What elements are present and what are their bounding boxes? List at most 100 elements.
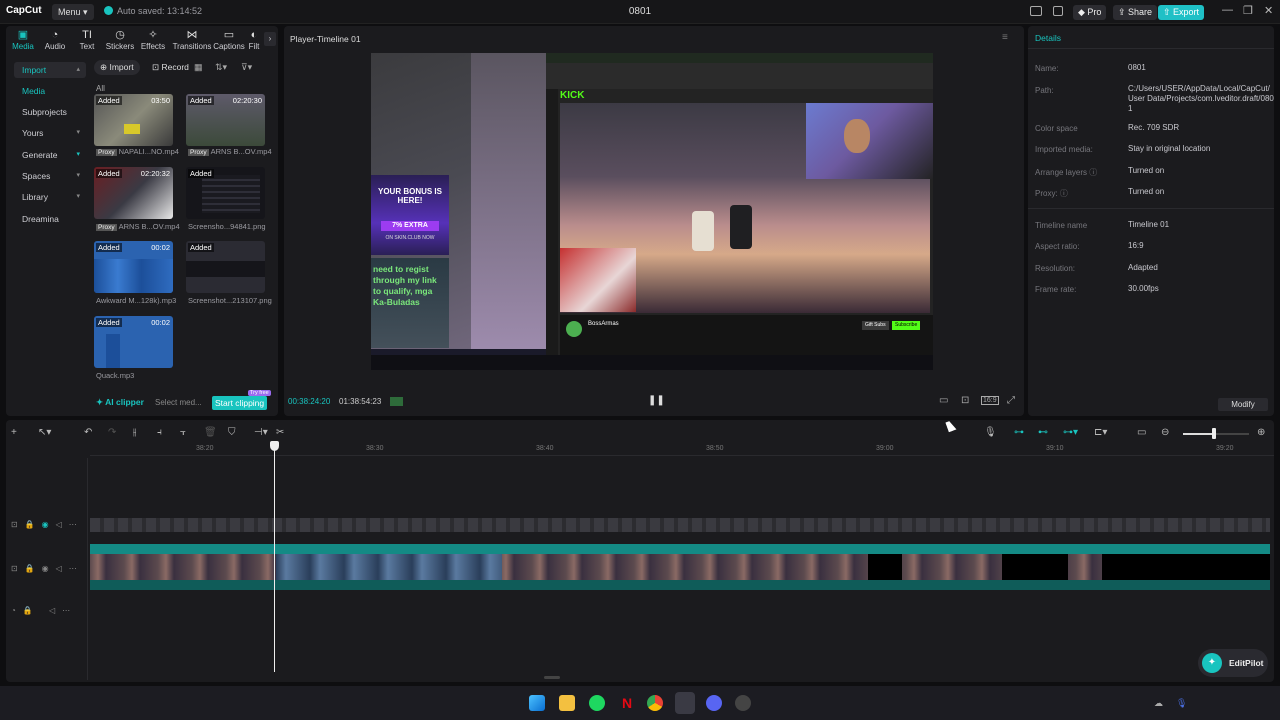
close-icon[interactable]: ✕: [1264, 4, 1273, 17]
split-icon[interactable]: ⫲: [133, 427, 136, 438]
layout-icon[interactable]: [1030, 6, 1042, 16]
track-controls-audio[interactable]: ◔🔒 ◁⋯: [11, 606, 77, 615]
current-time: 00:38:24:20: [288, 397, 331, 406]
player-menu-icon[interactable]: ≡: [1002, 32, 1008, 43]
auto-snap-icon[interactable]: ⊷: [1038, 427, 1048, 438]
tab-media[interactable]: ▣ Media: [6, 28, 40, 52]
detail-value: Stay in original location: [1128, 144, 1211, 153]
share-label: Share: [1128, 7, 1153, 17]
export-button[interactable]: ⇧ Export: [1158, 5, 1205, 20]
tab-filters[interactable]: ◐ Filt: [244, 28, 264, 52]
ai-clipper-label[interactable]: ✦ AI clipper: [96, 397, 144, 408]
sidebar-item-subprojects[interactable]: Subprojects: [14, 104, 86, 120]
spotify-icon[interactable]: [589, 695, 605, 711]
zoom-out-icon[interactable]: ⊖: [1161, 427, 1169, 438]
start-clipping-button[interactable]: Start clipping: [212, 396, 268, 410]
sidebar-item-yours[interactable]: Yours ▾: [14, 125, 86, 141]
playhead-handle[interactable]: [270, 441, 279, 451]
delete-icon[interactable]: 🗑: [204, 427, 217, 438]
editpilot-button[interactable]: ✦ EditPilot: [1198, 649, 1268, 677]
add-track-icon[interactable]: +: [11, 427, 17, 438]
preview-axis-icon[interactable]: ⊏▾: [1094, 427, 1107, 438]
media-item-thumbnail[interactable]: Added 03:50: [94, 94, 173, 146]
sort-icon[interactable]: ⇅▾: [215, 62, 227, 73]
zoom-slider-thumb[interactable]: [1212, 428, 1216, 439]
grid-view-icon[interactable]: ▦: [194, 62, 203, 73]
shortcuts-icon[interactable]: [1053, 6, 1063, 16]
redo-icon[interactable]: ↷: [108, 427, 116, 438]
netflix-icon[interactable]: N: [619, 695, 635, 711]
tab-stickers[interactable]: ◷ Stickers: [103, 28, 137, 52]
maximize-icon[interactable]: ❐: [1243, 4, 1253, 17]
fit-timeline-icon[interactable]: ▭: [1137, 427, 1146, 438]
tabs-scroll-right[interactable]: ›: [264, 32, 276, 46]
timeline-scrollbar[interactable]: [544, 676, 560, 679]
obs-icon[interactable]: [735, 695, 751, 711]
windows-start-icon[interactable]: [529, 695, 545, 711]
file-explorer-icon[interactable]: [559, 695, 575, 711]
media-item-thumbnail[interactable]: Added 02:20:32: [94, 167, 173, 219]
video-preview[interactable]: YOUR BONUS IS HERE! 7% EXTRA ON SKIN.CLU…: [371, 53, 933, 370]
chrome-icon[interactable]: [647, 695, 663, 711]
share-button[interactable]: ⇪ Share: [1113, 5, 1158, 20]
record-button[interactable]: ⊡ Record: [148, 60, 193, 75]
media-item-thumbnail[interactable]: Added: [186, 167, 265, 219]
main-clip-header[interactable]: [90, 544, 1270, 554]
modify-button[interactable]: Modify: [1218, 398, 1268, 411]
sidebar-item-library[interactable]: Library ▾: [14, 189, 86, 205]
pro-button[interactable]: ◆ Pro: [1073, 5, 1107, 20]
select-tool-icon[interactable]: ↖▾: [38, 427, 51, 438]
overlay-clip[interactable]: [90, 518, 1270, 532]
select-media-placeholder[interactable]: Select med...: [155, 398, 202, 407]
main-track-magnet-icon[interactable]: ⊶: [1014, 427, 1024, 438]
main-audio-waveform[interactable]: [90, 580, 1270, 590]
onedrive-icon[interactable]: ☁: [1154, 698, 1166, 708]
fit-icon[interactable]: ▭: [939, 395, 948, 406]
menu-button[interactable]: Menu ▾: [52, 4, 94, 20]
pause-icon[interactable]: ❚❚: [648, 395, 665, 406]
editpilot-icon: ✦: [1202, 653, 1222, 673]
microphone-tray-icon[interactable]: 🎙: [1176, 698, 1187, 708]
crop-icon[interactable]: ⊡: [961, 395, 969, 406]
freeze-icon[interactable]: ⊣▾: [254, 427, 268, 438]
track-controls-main[interactable]: ⊡🔒◉◁⋯: [11, 564, 84, 573]
playhead[interactable]: [274, 442, 275, 672]
chevron-down-icon: ▾: [76, 172, 80, 179]
time-ruler[interactable]: [90, 442, 1274, 456]
import-button[interactable]: ⊕ Import: [94, 60, 140, 75]
minimize-icon[interactable]: —: [1222, 4, 1233, 16]
fullscreen-icon[interactable]: ⤢: [1007, 395, 1015, 406]
sidebar-item-import[interactable]: Import ▴: [14, 62, 86, 78]
filter-icon[interactable]: ⊽▾: [241, 62, 252, 73]
tab-audio[interactable]: ◔ Audio: [38, 28, 72, 52]
discord-icon[interactable]: [706, 695, 722, 711]
sidebar-item-media[interactable]: Media: [14, 83, 86, 99]
main-video-clip[interactable]: [90, 554, 1270, 580]
media-item-thumbnail[interactable]: Added 00:02: [94, 316, 173, 368]
zoom-in-icon[interactable]: ⊕: [1257, 427, 1265, 438]
sidebar-item-generate[interactable]: Generate ▾: [14, 147, 86, 163]
media-item-thumbnail[interactable]: Added 02:20:30: [186, 94, 265, 146]
sidebar-item-spaces[interactable]: Spaces ▾: [14, 168, 86, 184]
linkage-icon[interactable]: ⊶▾: [1063, 427, 1078, 438]
marker-icon[interactable]: ⛉: [228, 427, 236, 438]
info-icon[interactable]: ⓘ: [1060, 189, 1068, 198]
tab-text[interactable]: TI Text: [70, 28, 104, 52]
track-controls-overlay[interactable]: ⊡🔒◉◁⋯: [11, 520, 84, 529]
microphone-icon[interactable]: 🎙: [984, 427, 997, 438]
info-icon[interactable]: ⓘ: [1089, 168, 1097, 177]
main-video-clip-segment[interactable]: [276, 554, 502, 580]
capcut-taskbar-icon[interactable]: [675, 692, 695, 714]
media-item-thumbnail[interactable]: Added: [186, 241, 265, 293]
split-right-icon[interactable]: ⫟: [180, 427, 186, 438]
media-item-thumbnail[interactable]: Added 00:02: [94, 241, 173, 293]
ratio-icon[interactable]: 16:9: [981, 396, 999, 405]
detail-label: Name:: [1035, 64, 1059, 73]
tab-transitions[interactable]: ⋈ Transitions: [172, 28, 212, 52]
tab-captions[interactable]: ▭ Captions: [210, 28, 248, 52]
tab-effects[interactable]: ✧ Effects: [136, 28, 170, 52]
undo-icon[interactable]: ↶: [84, 427, 92, 438]
auto-cut-icon[interactable]: ✂: [276, 427, 284, 438]
sidebar-item-dreamina[interactable]: Dreamina: [14, 211, 86, 227]
split-left-icon[interactable]: ⫞: [157, 427, 162, 438]
